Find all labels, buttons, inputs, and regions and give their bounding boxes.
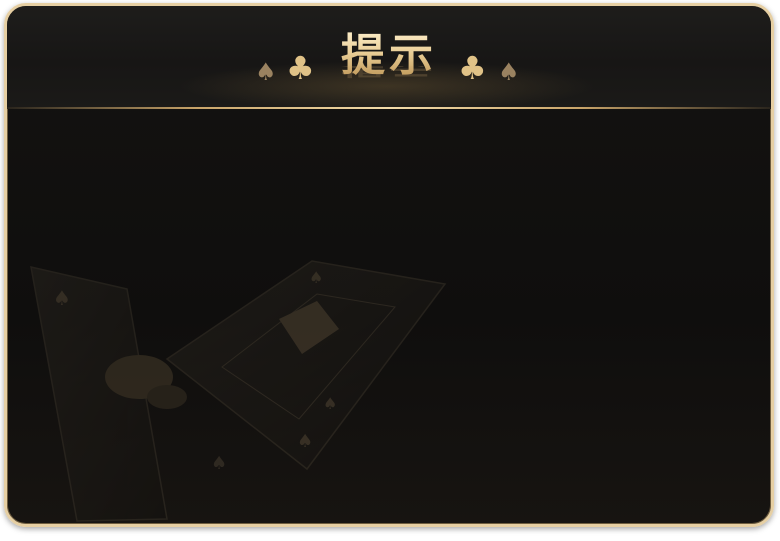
- svg-text:♠: ♠: [309, 268, 323, 287]
- dialog-header: ♠ ♣ 提示 提示 ♣ ♠: [7, 6, 771, 111]
- spade-icon: ♠: [498, 58, 520, 86]
- svg-text:♠: ♠: [53, 286, 71, 310]
- tip-dialog: ♠ ♣ 提示 提示 ♣ ♠ ♠ ♠ ♠ ♠ ♠: [4, 3, 774, 527]
- svg-text:♠: ♠: [297, 431, 313, 452]
- dialog-title-reflection: 提示: [341, 66, 437, 79]
- playing-cards-decoration: ♠ ♠ ♠ ♠ ♠: [30, 260, 447, 522]
- dialog-body: ♠ ♠ ♠ ♠ ♠: [7, 109, 771, 524]
- svg-text:♠: ♠: [323, 394, 337, 413]
- club-icon: ♣: [458, 49, 487, 87]
- svg-text:♠: ♠: [211, 453, 227, 474]
